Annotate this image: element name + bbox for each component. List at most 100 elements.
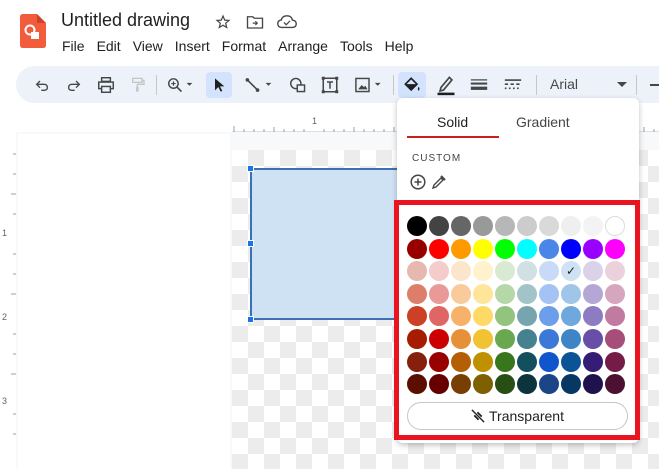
- color-swatch[interactable]: [473, 328, 493, 349]
- color-swatch[interactable]: [605, 238, 625, 259]
- star-icon[interactable]: [212, 12, 234, 32]
- color-swatch[interactable]: [451, 238, 471, 259]
- color-swatch[interactable]: [517, 306, 537, 327]
- menu-help[interactable]: Help: [379, 36, 420, 56]
- color-swatch[interactable]: [583, 374, 603, 395]
- menu-file[interactable]: File: [56, 36, 91, 56]
- color-swatch[interactable]: [473, 283, 493, 304]
- border-weight-icon[interactable]: [466, 72, 492, 98]
- text-box-icon[interactable]: [318, 72, 342, 98]
- zoom-icon[interactable]: [162, 72, 198, 98]
- redo-icon[interactable]: [62, 72, 86, 98]
- color-swatch[interactable]: [539, 283, 559, 304]
- insert-image-icon[interactable]: [350, 72, 388, 98]
- color-swatch[interactable]: [605, 261, 625, 282]
- color-swatch[interactable]: [429, 261, 449, 282]
- color-swatch[interactable]: [451, 374, 471, 395]
- color-swatch[interactable]: [539, 216, 559, 236]
- shape-tool-icon[interactable]: [286, 72, 310, 98]
- color-swatch[interactable]: [429, 374, 449, 395]
- color-swatch[interactable]: [561, 283, 581, 304]
- color-swatch[interactable]: [451, 261, 471, 282]
- color-swatch[interactable]: [583, 328, 603, 349]
- color-swatch[interactable]: [517, 374, 537, 395]
- tab-gradient[interactable]: Gradient: [516, 114, 570, 130]
- menu-tools[interactable]: Tools: [334, 36, 379, 56]
- color-swatch[interactable]: [451, 328, 471, 349]
- color-swatch[interactable]: [451, 216, 471, 236]
- color-swatch[interactable]: [495, 328, 515, 349]
- color-swatch[interactable]: [473, 238, 493, 259]
- add-custom-color-icon[interactable]: [410, 174, 426, 190]
- line-tool-icon[interactable]: [240, 72, 278, 98]
- eyedropper-icon[interactable]: [431, 174, 447, 190]
- move-folder-icon[interactable]: [244, 12, 266, 32]
- color-swatch[interactable]: [583, 283, 603, 304]
- color-swatch[interactable]: [495, 374, 515, 395]
- color-swatch[interactable]: [517, 283, 537, 304]
- color-swatch[interactable]: [517, 328, 537, 349]
- border-color-icon[interactable]: [432, 72, 460, 98]
- color-swatch[interactable]: [605, 306, 625, 327]
- color-swatch[interactable]: [605, 351, 625, 372]
- color-swatch[interactable]: [429, 238, 449, 259]
- selected-rectangle-shape[interactable]: [250, 168, 410, 320]
- color-swatch[interactable]: [583, 261, 603, 282]
- color-swatch[interactable]: [429, 328, 449, 349]
- color-swatch[interactable]: [429, 351, 449, 372]
- undo-icon[interactable]: [30, 72, 54, 98]
- color-swatch[interactable]: [561, 374, 581, 395]
- color-swatch[interactable]: [539, 351, 559, 372]
- color-swatch[interactable]: [561, 306, 581, 327]
- color-swatch[interactable]: [495, 351, 515, 372]
- color-swatch[interactable]: [407, 238, 427, 259]
- color-swatch[interactable]: [495, 261, 515, 282]
- color-swatch[interactable]: [495, 238, 515, 259]
- color-swatch[interactable]: [517, 261, 537, 282]
- document-title[interactable]: Untitled drawing: [61, 10, 190, 31]
- print-icon[interactable]: [94, 72, 118, 98]
- color-swatch[interactable]: [517, 351, 537, 372]
- color-swatch[interactable]: [473, 306, 493, 327]
- color-swatch[interactable]: [583, 238, 603, 259]
- font-dropdown-arrow-icon[interactable]: [614, 72, 630, 98]
- color-swatch[interactable]: ✓: [561, 261, 581, 282]
- color-swatch[interactable]: [495, 216, 515, 236]
- color-swatch[interactable]: [583, 216, 603, 236]
- color-swatch[interactable]: [583, 351, 603, 372]
- color-swatch[interactable]: [539, 261, 559, 282]
- color-swatch[interactable]: [451, 283, 471, 304]
- select-cursor-icon[interactable]: [206, 72, 232, 98]
- resize-handle[interactable]: [247, 240, 254, 247]
- color-swatch[interactable]: [429, 283, 449, 304]
- menu-insert[interactable]: Insert: [169, 36, 216, 56]
- color-swatch[interactable]: [429, 216, 449, 236]
- color-swatch[interactable]: [539, 238, 559, 259]
- color-swatch[interactable]: [407, 261, 427, 282]
- color-swatch[interactable]: [605, 283, 625, 304]
- color-swatch[interactable]: [561, 238, 581, 259]
- color-swatch[interactable]: [561, 328, 581, 349]
- color-swatch[interactable]: [561, 216, 581, 236]
- color-swatch[interactable]: [473, 261, 493, 282]
- font-size-decrease-icon[interactable]: [646, 72, 659, 98]
- color-swatch[interactable]: [473, 374, 493, 395]
- menu-arrange[interactable]: Arrange: [272, 36, 334, 56]
- google-drawings-logo[interactable]: [20, 14, 46, 48]
- color-swatch[interactable]: [517, 238, 537, 259]
- resize-handle[interactable]: [247, 316, 254, 323]
- menu-view[interactable]: View: [127, 36, 169, 56]
- color-swatch[interactable]: [451, 306, 471, 327]
- tab-solid[interactable]: Solid: [437, 114, 468, 130]
- color-swatch[interactable]: [605, 216, 625, 236]
- color-swatch[interactable]: [407, 328, 427, 349]
- fill-color-icon[interactable]: [398, 72, 426, 98]
- color-swatch[interactable]: [473, 216, 493, 236]
- font-family-select[interactable]: Arial: [550, 76, 578, 92]
- paint-format-icon[interactable]: [126, 72, 150, 98]
- transparent-button[interactable]: Transparent: [407, 402, 628, 430]
- color-swatch[interactable]: [473, 351, 493, 372]
- color-swatch[interactable]: [605, 374, 625, 395]
- color-swatch[interactable]: [495, 283, 515, 304]
- color-swatch[interactable]: [407, 283, 427, 304]
